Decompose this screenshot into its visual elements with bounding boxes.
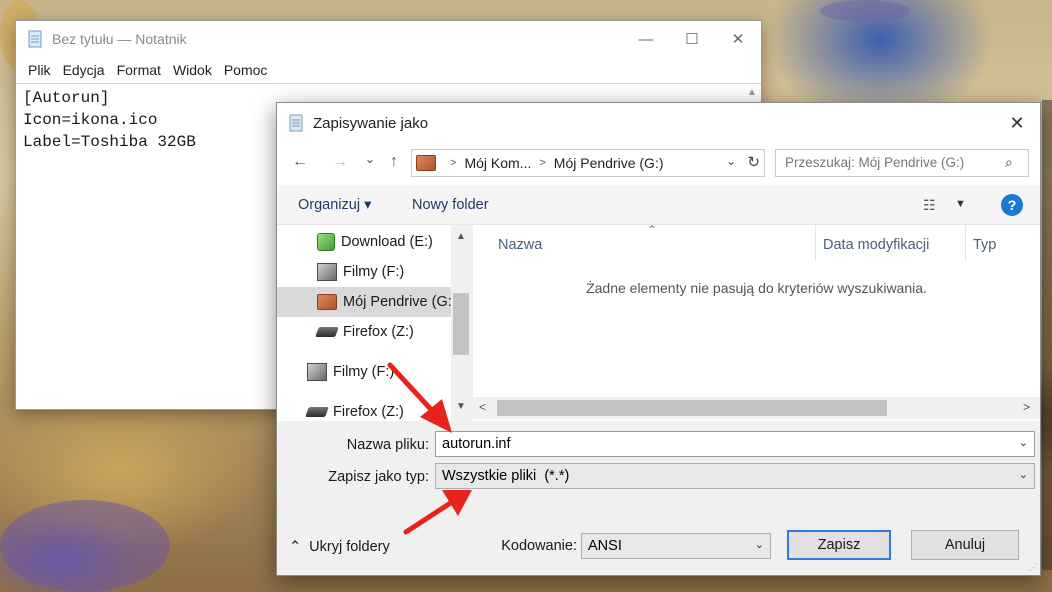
wallpaper-shape	[820, 0, 910, 22]
close-button[interactable]: ✕	[715, 21, 761, 57]
search-icon[interactable]: ⌕	[1005, 154, 1031, 171]
disk-icon	[305, 407, 329, 417]
scroll-right-icon[interactable]: >	[1023, 400, 1030, 414]
back-arrow-icon[interactable]: ←	[289, 153, 311, 171]
scroll-up-icon[interactable]: ▲	[451, 231, 471, 242]
chevron-down-icon[interactable]: ⌄	[726, 154, 736, 168]
address-bar[interactable]: > Mój Kom... > Mój Pendrive (G:) ⌄ ↻	[411, 149, 765, 177]
view-options-icon[interactable]: ☷	[923, 197, 936, 214]
column-name[interactable]: Nazwa	[498, 237, 542, 253]
resize-grip-icon[interactable]: ⋰	[1029, 562, 1038, 573]
encoding-label: Kodowanie:	[501, 538, 577, 554]
organize-label: Organizuj	[298, 197, 361, 213]
column-divider[interactable]	[815, 225, 816, 261]
tree-item-firefox[interactable]: Firefox (Z:)	[315, 317, 414, 347]
chevron-down-icon[interactable]: ⌄	[1019, 436, 1028, 449]
maximize-button[interactable]: ☐	[669, 21, 715, 57]
sort-ascending-icon: ⌃	[647, 223, 658, 237]
tree-item-label: Download (E:)	[341, 234, 433, 250]
menu-widok[interactable]: Widok	[167, 62, 218, 78]
filetype-select[interactable]: Wszystkie pliki (*.*) ⌄	[435, 463, 1035, 489]
tree-item-label: Firefox (Z:)	[343, 324, 414, 340]
notepad-title: Bez tytułu — Notatnik	[52, 31, 187, 47]
save-button[interactable]: Zapisz	[787, 530, 891, 560]
chevron-down-icon: ▾	[364, 197, 372, 213]
tree-item-label: Mój Pendrive (G:)	[343, 294, 457, 310]
cancel-button[interactable]: Anuluj	[911, 530, 1019, 560]
breadcrumb-chevron-icon: >	[539, 157, 546, 169]
disk-icon	[315, 327, 339, 337]
wallpaper-shape	[0, 500, 170, 592]
empty-list-message: Żadne elementy nie pasują do kryteriów w…	[586, 280, 927, 296]
filename-input[interactable]: autorun.inf ⌄	[435, 431, 1035, 457]
organize-button[interactable]: Organizuj ▾	[298, 197, 371, 213]
annotation-arrow-icon	[387, 362, 452, 433]
dialog-title: Zapisywanie jako	[313, 114, 429, 132]
hide-folders-button[interactable]: ⌃ Ukryj foldery	[289, 539, 390, 555]
tree-item-pendrive[interactable]: Mój Pendrive (G:)	[277, 287, 457, 317]
scrollbar-thumb[interactable]	[497, 400, 887, 416]
new-folder-button[interactable]: Nowy folder	[412, 197, 489, 213]
file-list: ⌃ Nazwa Data modyfikacji Typ Żadne eleme…	[473, 223, 1040, 421]
drive-icon	[307, 363, 327, 381]
chevron-down-icon[interactable]: ⌄	[1019, 468, 1028, 481]
recent-locations-icon[interactable]: ⌄	[359, 151, 381, 167]
search-input[interactable]: Przeszukaj: Mój Pendrive (G:)	[775, 149, 1029, 177]
drive-icon	[317, 263, 337, 281]
chevron-down-icon[interactable]: ▼	[955, 198, 966, 210]
breadcrumb-computer[interactable]: Mój Kom...	[464, 155, 531, 171]
refresh-icon[interactable]: ↻	[747, 153, 760, 171]
tree-item-label: Filmy (F:)	[343, 264, 405, 280]
hide-folders-label: Ukryj foldery	[309, 539, 390, 555]
dialog-toolbar: Organizuj ▾ Nowy folder ☷ ▼ ?	[277, 185, 1040, 225]
minimize-button[interactable]: —	[623, 21, 669, 57]
scrollbar-thumb[interactable]	[453, 293, 469, 355]
dialog-close-button[interactable]: ✕	[994, 103, 1040, 143]
file-list-horizontal-scrollbar[interactable]: < >	[473, 397, 1040, 419]
wallpaper-shape	[1042, 100, 1052, 570]
tree-item-download[interactable]: Download (E:)	[317, 227, 433, 257]
help-icon[interactable]: ?	[1001, 194, 1023, 216]
notepad-window-controls: — ☐ ✕	[623, 21, 761, 57]
annotation-arrow-icon	[403, 490, 472, 535]
menu-edycja[interactable]: Edycja	[57, 62, 111, 78]
dialog-titlebar: Zapisywanie jako	[277, 103, 1040, 143]
tree-item-filmy[interactable]: Filmy (F:)	[317, 257, 404, 287]
chevron-down-icon[interactable]: ⌄	[755, 538, 764, 551]
menu-pomoc[interactable]: Pomoc	[218, 62, 274, 78]
encoding-value: ANSI	[588, 538, 622, 554]
column-divider[interactable]	[965, 225, 966, 261]
forward-arrow-icon[interactable]: →	[329, 153, 351, 171]
notepad-scroll-up-icon[interactable]: ▲	[743, 83, 761, 103]
pendrive-icon	[317, 294, 337, 310]
encoding-select[interactable]: ANSI ⌄	[581, 533, 771, 559]
navigation-bar: ← → ⌄ ↑ > Mój Kom... > Mój Pendrive (G:)…	[277, 143, 1040, 185]
menu-plik[interactable]: Plik	[22, 62, 57, 78]
breadcrumb-chevron-icon: >	[450, 157, 457, 169]
notepad-menubar: Plik Edycja Format Widok Pomoc	[16, 57, 761, 83]
column-date-modified[interactable]: Data modyfikacji	[823, 237, 929, 253]
notepad-icon	[289, 114, 303, 132]
column-type[interactable]: Typ	[973, 237, 996, 253]
chevron-up-icon: ⌃	[289, 539, 302, 555]
scroll-left-icon[interactable]: <	[479, 400, 486, 414]
menu-format[interactable]: Format	[111, 62, 167, 78]
drive-icon	[317, 233, 335, 251]
save-as-dialog: Zapisywanie jako ✕ ← → ⌄ ↑ > Mój Kom... …	[276, 102, 1041, 576]
up-arrow-icon[interactable]: ↑	[383, 153, 405, 171]
pendrive-icon	[416, 155, 436, 171]
notepad-icon	[28, 30, 42, 48]
breadcrumb-pendrive[interactable]: Mój Pendrive (G:)	[554, 155, 664, 171]
